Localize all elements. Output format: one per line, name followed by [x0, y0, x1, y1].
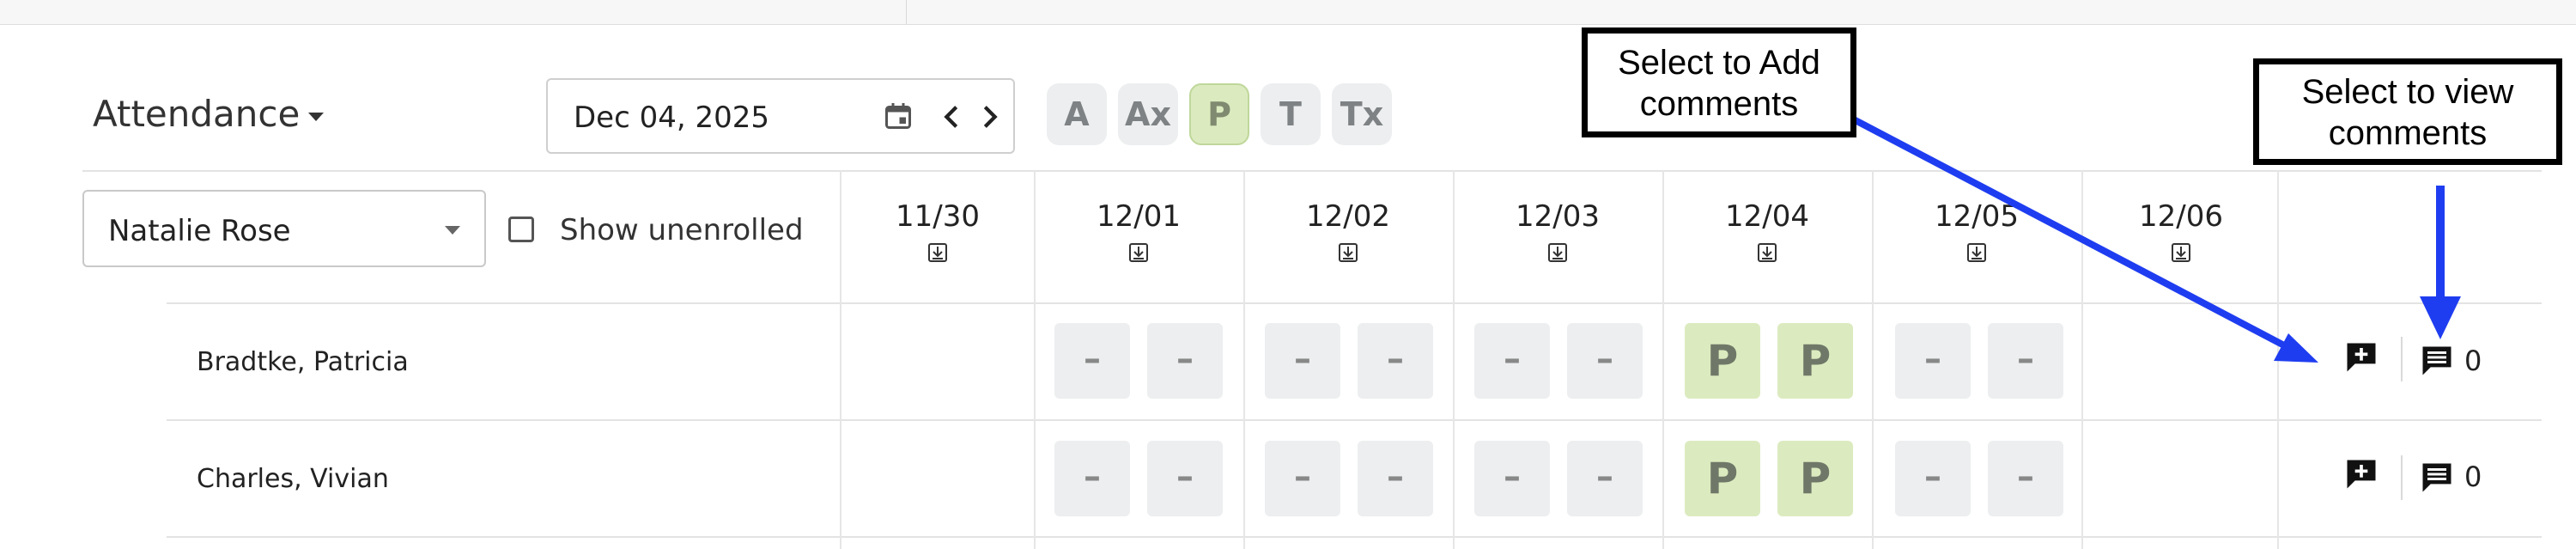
arrow-head	[2274, 333, 2318, 363]
arrow-to-add-comment	[1849, 114, 2286, 349]
callout-view-comments: Select to view comments	[2253, 58, 2562, 165]
callout-add-comments: Select to Add comments	[1582, 27, 1856, 137]
annotation-arrows	[1849, 114, 2461, 363]
arrow-head	[2420, 296, 2461, 339]
